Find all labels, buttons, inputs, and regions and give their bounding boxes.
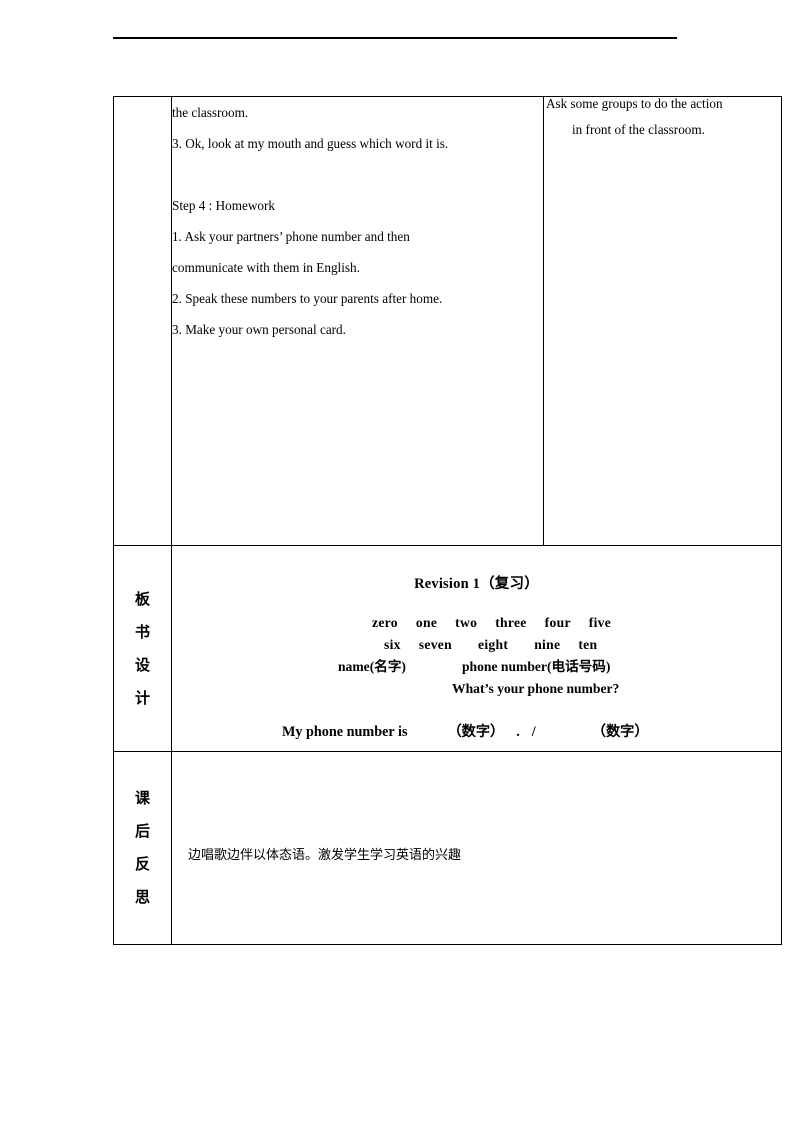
step-line: 3. Make your own personal card. <box>172 322 346 337</box>
phone-answer-row: My phone number is （数字）. / （数字） <box>172 721 781 743</box>
label-char: 思 <box>134 888 150 906</box>
table-row-blackboard-design: 板 书 设 计 Revision 1（复习） zero one two three fo… <box>113 545 782 752</box>
blackboard-design-cell: Revision 1（复习） zero one two three four five s… <box>171 545 782 752</box>
note-line: in front of the classroom. <box>572 122 705 138</box>
step-line-blank <box>172 159 543 190</box>
teaching-note-cell: Ask some groups to do the action in fron… <box>543 96 782 546</box>
table-row-teaching-steps: the classroom. 3. Ok, look at my mouth a… <box>113 96 782 546</box>
number-word: three <box>495 615 527 630</box>
header-horizontal-rule <box>113 37 677 39</box>
number-word: one <box>415 615 438 630</box>
step-line: 1. Ask your partners’ phone number and t… <box>172 229 410 244</box>
lesson-plan-table: the classroom. 3. Ok, look at my mouth a… <box>113 96 782 945</box>
number-word: five <box>588 615 612 630</box>
number-words-row-1: zero one two three four five <box>172 612 781 634</box>
reflection-text: 边唱歌边伴以体态语。激发学生学习英语的兴趣 <box>188 848 462 863</box>
row-label-cell-blackboard-design: 板 书 设 计 <box>113 545 172 752</box>
name-and-phone-row: name(名字) phone number(电话号码) <box>172 656 781 678</box>
number-words-row-2: six seven eight nine ten <box>172 634 781 656</box>
label-char: 课 <box>134 789 150 807</box>
step-line: Step 4 : Homework <box>172 198 275 213</box>
name-label: name(名字) <box>338 659 406 674</box>
label-char: 计 <box>134 688 150 707</box>
label-char: 书 <box>134 622 150 641</box>
step-line: the classroom. <box>172 105 249 120</box>
number-word: ten <box>578 637 598 652</box>
vertical-label-blackboard-design: 板 书 设 计 <box>114 546 171 751</box>
answer-slot-second: （数字） <box>591 724 649 740</box>
number-word: six <box>384 637 401 652</box>
row-label-cell-post-class-reflection: 课 后 反 思 <box>113 751 172 945</box>
label-char: 反 <box>134 855 150 873</box>
post-class-reflection-cell: 边唱歌边伴以体态语。激发学生学习英语的兴趣 <box>171 751 782 945</box>
phone-question: What’s your phone number? <box>452 681 620 696</box>
answer-separator-dot: . <box>516 724 520 740</box>
number-word: seven <box>418 637 452 652</box>
label-char: 设 <box>134 655 150 674</box>
blackboard-content: zero one two three four five six seven eight nin… <box>172 612 781 743</box>
number-word: zero <box>372 615 398 630</box>
step-line: 3. Ok, look at my mouth and guess which … <box>172 136 449 151</box>
number-word: two <box>455 615 478 630</box>
lesson-plan-page: { "page": { "width": 794, "height": 1123… <box>0 0 794 1123</box>
answer-slot-first: （数字） <box>447 724 505 740</box>
step-line: 2. Speak these numbers to your parents a… <box>172 291 443 306</box>
answer-separator-slash: / <box>531 724 536 740</box>
row-label-cell-empty <box>113 96 172 546</box>
teaching-steps-cell: the classroom. 3. Ok, look at my mouth a… <box>171 96 544 546</box>
label-char: 板 <box>134 589 150 608</box>
number-word: nine <box>534 637 561 652</box>
phone-number-label: phone number(电话号码) <box>461 659 611 674</box>
vertical-label-post-class-reflection: 课 后 反 思 <box>114 752 171 944</box>
table-row-post-class-reflection: 课 后 反 思 边唱歌边伴以体态语。激发学生学习英语的兴趣 <box>113 751 782 945</box>
label-char: 后 <box>134 822 150 840</box>
number-word: four <box>544 615 571 630</box>
blackboard-title: Revision 1（复习） <box>414 576 539 592</box>
phone-question-row: What’s your phone number? <box>172 678 781 700</box>
answer-prefix: My phone number is <box>282 724 408 740</box>
step-line: communicate with them in English. <box>172 260 360 275</box>
number-word: eight <box>477 637 509 652</box>
note-line: Ask some groups to do the action <box>546 96 723 111</box>
